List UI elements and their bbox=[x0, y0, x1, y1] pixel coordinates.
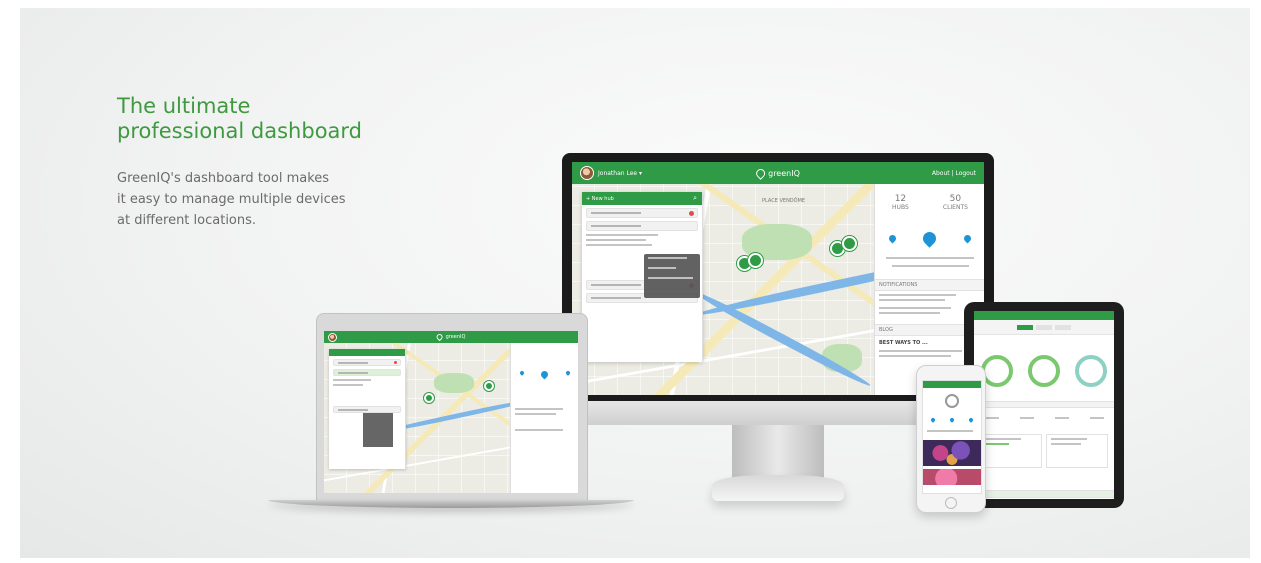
water-drop-icon bbox=[968, 417, 975, 423]
water-drop-icon bbox=[518, 370, 525, 376]
hub-list-header: + New hub ⌕ bbox=[582, 192, 702, 205]
stats-counts: 12 HUBS 50 CLIENTS bbox=[875, 184, 984, 211]
hubs-label: HUBS bbox=[892, 204, 909, 211]
hero-title-line-1: The ultimate bbox=[117, 94, 251, 118]
water-drop-icon bbox=[887, 233, 898, 243]
water-drop-icon bbox=[962, 233, 973, 243]
alert-dot-icon bbox=[394, 361, 397, 364]
greeniq-logo-icon bbox=[435, 332, 444, 342]
hero-title: The ultimate professional dashboard bbox=[117, 94, 457, 144]
alert-dot-icon bbox=[689, 210, 694, 216]
hub-row bbox=[333, 369, 401, 376]
map-river bbox=[691, 287, 873, 390]
hub-row bbox=[333, 359, 401, 366]
phone-top-bar bbox=[923, 381, 981, 388]
map-pin-icon[interactable] bbox=[842, 236, 857, 251]
water-drop-icon bbox=[920, 228, 940, 248]
tab-button[interactable] bbox=[1017, 324, 1033, 330]
laptop: greenIQ bbox=[268, 313, 634, 513]
clients-label: CLIENTS bbox=[942, 204, 968, 211]
progress-ring bbox=[945, 394, 959, 408]
search-icon[interactable]: ⌕ bbox=[693, 194, 697, 203]
map-label-place-vendome: PLACE VENDÔME bbox=[762, 198, 806, 204]
phone-home-button[interactable] bbox=[945, 497, 957, 509]
hub-row[interactable] bbox=[586, 221, 698, 231]
progress-ring bbox=[981, 355, 1014, 387]
avatar-icon bbox=[328, 332, 337, 342]
hub-popover[interactable] bbox=[644, 254, 700, 298]
avatar-icon[interactable] bbox=[580, 166, 594, 180]
map-pin-icon bbox=[424, 393, 434, 403]
hubs-count: 12 bbox=[894, 194, 907, 204]
map-pin-icon bbox=[484, 381, 494, 391]
hub-row-detail bbox=[586, 244, 652, 246]
hero-description: GreenIQ's dashboard tool makes it easy t… bbox=[117, 168, 377, 231]
hub-row bbox=[333, 406, 401, 413]
blog-title: BLOG bbox=[879, 327, 893, 333]
hub-row[interactable] bbox=[586, 208, 698, 218]
water-drop-icon bbox=[949, 417, 955, 423]
brand-name: greenIQ bbox=[445, 334, 466, 340]
phone-screen bbox=[922, 380, 982, 494]
flower-photo bbox=[923, 469, 981, 485]
hub-row-detail bbox=[586, 239, 646, 241]
tablet-top-bar bbox=[974, 311, 1114, 320]
hero-description-line-2: it easy to manage multiple devices bbox=[117, 192, 346, 207]
monitor-base bbox=[712, 475, 844, 501]
greeniq-logo-icon bbox=[754, 166, 767, 180]
tab-button[interactable] bbox=[1036, 324, 1052, 330]
greeniq-logo[interactable]: greenIQ bbox=[754, 166, 800, 180]
progress-ring bbox=[1027, 355, 1060, 387]
tab-button[interactable] bbox=[1055, 324, 1071, 330]
clients-stat: 50 CLIENTS bbox=[943, 194, 968, 211]
hub-list-panel bbox=[329, 349, 406, 469]
stats-panel bbox=[510, 343, 578, 493]
flower-photo bbox=[923, 440, 981, 466]
hubs-stat: 12 HUBS bbox=[892, 194, 909, 211]
hub-row-detail bbox=[586, 234, 658, 236]
notifications-header: NOTIFICATIONS bbox=[875, 279, 984, 291]
map-park bbox=[434, 373, 474, 393]
clients-count: 50 bbox=[949, 194, 962, 204]
laptop-top-bar: greenIQ bbox=[324, 331, 578, 343]
brand-name: greenIQ bbox=[768, 168, 800, 178]
water-drop-icon bbox=[565, 370, 571, 376]
new-hub-button[interactable]: + New hub bbox=[586, 196, 614, 202]
hero-section: The ultimate professional dashboard Gree… bbox=[20, 8, 1250, 558]
water-drop-icon bbox=[929, 417, 936, 423]
user-menu[interactable]: Jonathan Lee ▾ bbox=[598, 170, 642, 177]
hero-description-line-1: GreenIQ's dashboard tool makes bbox=[117, 171, 330, 186]
smartphone bbox=[916, 365, 986, 513]
laptop-screen: greenIQ bbox=[324, 331, 578, 493]
notifications-title: NOTIFICATIONS bbox=[879, 282, 918, 288]
water-stats bbox=[875, 225, 984, 251]
hub-popover bbox=[363, 413, 393, 447]
laptop-base bbox=[268, 500, 634, 508]
hero-description-line-3: at different locations. bbox=[117, 213, 257, 228]
tablet bbox=[964, 302, 1124, 508]
tablet-screen bbox=[974, 311, 1114, 499]
greeniq-logo: greenIQ bbox=[435, 332, 466, 342]
top-bar: Jonathan Lee ▾ greenIQ About | Logout bbox=[572, 162, 984, 184]
progress-ring bbox=[1074, 355, 1107, 387]
map-pin-icon[interactable] bbox=[748, 253, 763, 268]
account-links[interactable]: About | Logout bbox=[932, 170, 976, 177]
hero-title-line-2: professional dashboard bbox=[117, 119, 363, 143]
water-drop-icon bbox=[540, 369, 550, 380]
